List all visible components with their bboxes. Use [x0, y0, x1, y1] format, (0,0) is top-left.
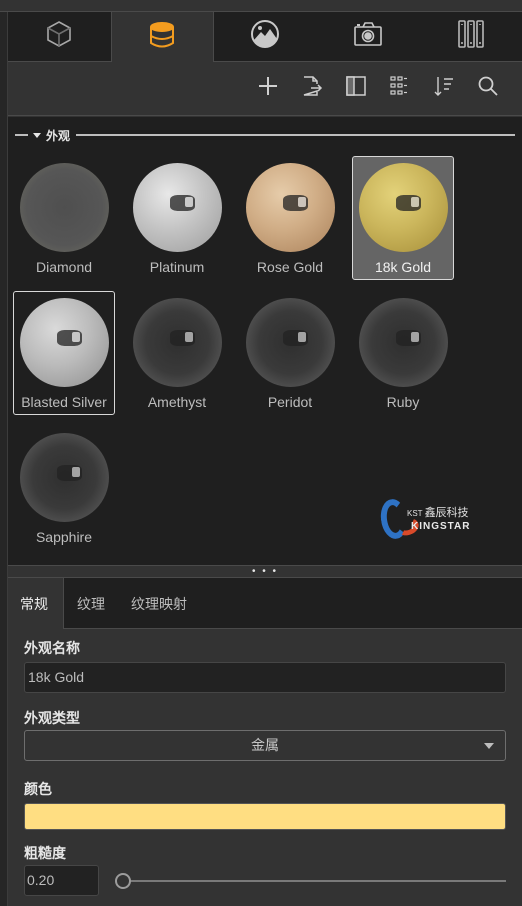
divider: [15, 134, 28, 136]
specular-highlight: [283, 195, 309, 212]
cube-icon: [44, 19, 74, 54]
color-label: 颜色: [24, 781, 52, 797]
split-view-button[interactable]: [344, 75, 368, 102]
type-label: 外观类型: [24, 710, 80, 726]
tab-general[interactable]: 常规: [8, 578, 64, 629]
material-preview-sphere: [133, 298, 222, 387]
material-item[interactable]: Amethyst: [126, 291, 228, 415]
tab-environment[interactable]: [213, 12, 317, 62]
section-title: 外观: [46, 128, 71, 143]
export-button[interactable]: [300, 75, 324, 102]
paint-bucket-icon: [148, 20, 176, 55]
material-label: Platinum: [149, 259, 205, 275]
material-label: Rose Gold: [256, 259, 324, 275]
material-label: 18k Gold: [374, 259, 432, 275]
camera-icon: [353, 21, 383, 52]
collapse-triangle-icon: [33, 132, 41, 138]
top-bar: [0, 0, 522, 12]
tab-texture[interactable]: 纹理: [64, 578, 118, 629]
material-label: Sapphire: [35, 529, 93, 545]
property-panel: 外观名称 18k Gold 外观类型 金属 颜色 粗糙度 0.20: [8, 629, 522, 906]
roughness-label: 粗糙度: [24, 845, 66, 861]
specular-highlight: [396, 330, 422, 347]
material-label: Diamond: [35, 259, 93, 275]
material-preview-sphere: [20, 163, 109, 252]
specular-highlight: [170, 195, 196, 212]
specular-highlight: [396, 195, 422, 212]
logo-en-text: KINGSTAR: [411, 521, 471, 532]
specular-highlight: [57, 330, 83, 347]
add-button[interactable]: [256, 77, 280, 101]
sort-icon: [433, 75, 455, 102]
material-item[interactable]: Ruby: [352, 291, 454, 415]
panel-splitter[interactable]: • • •: [8, 565, 522, 578]
specular-highlight: [170, 330, 196, 347]
material-item[interactable]: Peridot: [239, 291, 341, 415]
material-preview-sphere: [20, 433, 109, 522]
tab-model[interactable]: [8, 12, 111, 62]
material-label: Blasted Silver: [21, 394, 107, 410]
splitter-grip-icon: • • •: [251, 565, 279, 577]
image-icon: [250, 19, 280, 54]
name-label: 外观名称: [24, 640, 80, 656]
appearance-name-input[interactable]: 18k Gold: [24, 662, 506, 693]
logo-cn-text: KST 鑫辰科技: [407, 507, 469, 519]
material-item[interactable]: Platinum: [126, 156, 228, 280]
material-item[interactable]: Blasted Silver: [13, 291, 115, 415]
list-view-button[interactable]: [388, 75, 412, 102]
material-preview-sphere: [246, 298, 335, 387]
books-icon: [456, 19, 486, 54]
material-label: Ruby: [386, 394, 420, 410]
material-item[interactable]: 18k Gold: [352, 156, 454, 280]
tab-camera[interactable]: [316, 12, 420, 62]
chevron-down-icon: [484, 743, 494, 749]
panel-split-icon: [345, 75, 367, 102]
slider-thumb[interactable]: [115, 873, 131, 889]
material-label: Peridot: [267, 394, 313, 410]
search-button[interactable]: [476, 75, 500, 102]
appearance-type-select[interactable]: 金属: [24, 730, 506, 761]
material-item[interactable]: Diamond: [13, 156, 115, 280]
tab-texture-mapping[interactable]: 纹理映射: [118, 578, 200, 629]
tab-library[interactable]: [419, 12, 522, 62]
color-swatch[interactable]: [24, 803, 506, 830]
material-preview-sphere: [246, 163, 335, 252]
material-label: Amethyst: [147, 394, 207, 410]
search-icon: [477, 75, 499, 102]
library-toolbar: [8, 62, 522, 116]
export-file-icon: [301, 75, 323, 102]
material-preview-sphere: [133, 163, 222, 252]
material-preview-sphere: [359, 163, 448, 252]
material-library: 外观 Diamond Platinum Rose Gold 18k Gold Blast…: [8, 117, 522, 565]
kingstar-logo: KST 鑫辰科技 KINGSTAR: [378, 497, 491, 547]
material-item[interactable]: Rose Gold: [239, 156, 341, 280]
divider: [76, 134, 515, 136]
material-preview-sphere: [359, 298, 448, 387]
material-preview-sphere: [20, 298, 109, 387]
specular-highlight: [283, 330, 309, 347]
list-grid-icon: [389, 75, 411, 102]
select-value: 金属: [251, 737, 279, 753]
slider-track: [121, 880, 506, 882]
roughness-input[interactable]: 0.20: [24, 865, 99, 896]
top-tab-bar: [8, 12, 522, 62]
plus-icon: [257, 75, 279, 102]
section-header[interactable]: 外观: [15, 127, 515, 143]
tab-appearance[interactable]: [110, 12, 214, 62]
left-edge: [0, 0, 8, 906]
sort-button[interactable]: [432, 77, 456, 101]
material-item[interactable]: Sapphire: [13, 426, 115, 550]
roughness-slider[interactable]: [115, 865, 506, 896]
property-tabs: 常规 纹理 纹理映射: [8, 578, 522, 629]
specular-highlight: [57, 465, 83, 482]
